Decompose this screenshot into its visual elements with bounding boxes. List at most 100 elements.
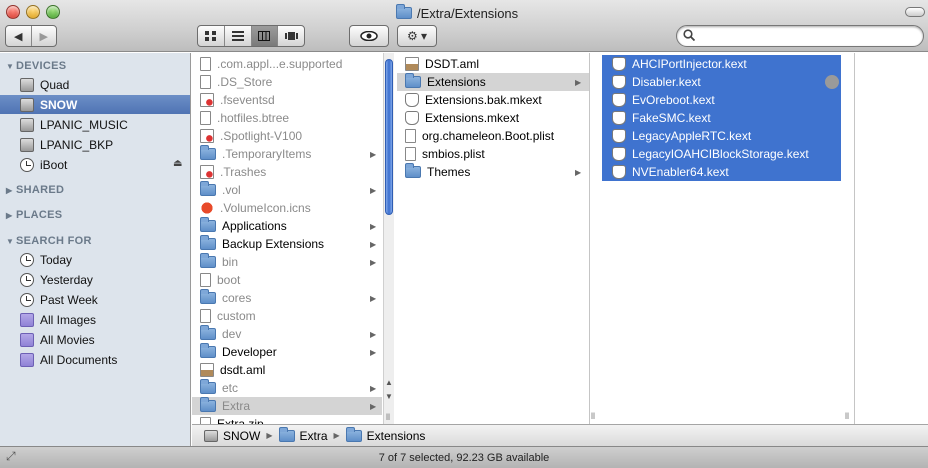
list-item[interactable]: Developer ▶ [192, 343, 382, 361]
sidebar-item-quad[interactable]: Quad [0, 75, 190, 94]
list-item[interactable]: .Trashes [192, 163, 382, 181]
list-item[interactable]: Extensions.bak.mkext [397, 91, 589, 109]
list-item[interactable]: Extra ▶ [192, 397, 382, 415]
sidebar-item-snow[interactable]: SNOW [0, 95, 190, 114]
hard-disk-icon [20, 77, 34, 92]
coverflow-view-button[interactable] [278, 26, 304, 46]
list-item[interactable]: Applications ▶ [192, 217, 382, 235]
list-item[interactable]: .TemporaryItems ▶ [192, 145, 382, 163]
document-icon [200, 75, 211, 89]
list-item[interactable]: LegacyAppleRTC.kext [602, 127, 841, 145]
document-icon [405, 57, 419, 71]
close-button[interactable] [6, 5, 20, 19]
list-item[interactable]: LegacyIOAHCIBlockStorage.kext [602, 145, 841, 163]
disclosure-closed-icon: ▶ [6, 186, 13, 195]
folder-icon [200, 235, 216, 250]
list-item[interactable]: .com.appl...e.supported [192, 55, 382, 73]
list-item[interactable]: NVEnabler64.kext [602, 163, 841, 181]
document-icon [200, 273, 211, 287]
sidebar-item-past-week[interactable]: Past Week [0, 290, 190, 309]
scroll-up-arrow-icon[interactable]: ▲ [385, 378, 393, 387]
sidebar-header-devices[interactable]: ▼ DEVICES [6, 60, 66, 72]
list-item[interactable]: Disabler.kext [602, 73, 841, 91]
sidebar-item-today[interactable]: Today [0, 250, 190, 269]
list-item[interactable]: org.chameleon.Boot.plist [397, 127, 589, 145]
list-item-label: .Spotlight-V100 [220, 129, 303, 143]
disclosure-arrow-icon: ▶ [370, 149, 377, 159]
list-item[interactable]: .hotfiles.btree [192, 109, 382, 127]
list-item[interactable]: .vol ▶ [192, 181, 382, 199]
column-view-button[interactable] [251, 26, 279, 46]
minimize-button[interactable] [26, 5, 40, 19]
scroll-down-arrow-icon[interactable]: ▼ [385, 392, 393, 401]
eject-icon[interactable]: ⏏ [173, 158, 182, 169]
sidebar-item-all-documents[interactable]: All Documents [0, 350, 190, 369]
list-item-label: Extensions [427, 75, 486, 89]
list-item[interactable]: Extra.zip [192, 415, 382, 424]
disclosure-arrow-icon: ▶ [370, 383, 377, 393]
sidebar-item-lpanic-bkp[interactable]: LPANIC_BKP [0, 135, 190, 154]
sidebar-item-iboot[interactable]: iBoot [0, 155, 190, 174]
sidebar-item-all-movies[interactable]: All Movies [0, 330, 190, 349]
path-segment-volume[interactable]: SNOW [223, 429, 260, 443]
forward-button[interactable]: ▶ [32, 26, 57, 46]
list-item[interactable]: etc ▶ [192, 379, 382, 397]
sidebar-header-shared[interactable]: ▶ SHARED [6, 184, 64, 196]
list-item[interactable]: Extensions ▶ [397, 73, 589, 91]
search-input[interactable] [699, 28, 914, 44]
path-separator-icon: ▶ [266, 431, 273, 440]
list-item[interactable]: .fseventsd [192, 91, 382, 109]
disclosure-arrow-icon: ▶ [370, 239, 377, 249]
list-item-label: Extensions.bak.mkext [425, 93, 542, 107]
list-item[interactable]: boot [192, 271, 382, 289]
column-1-scrollbar[interactable]: ▲ ▼ ll [383, 53, 394, 424]
scrollbar-thumb[interactable] [385, 59, 393, 215]
list-item[interactable]: bin ▶ [192, 253, 382, 271]
icon-view-button[interactable] [198, 26, 225, 46]
search-field[interactable] [676, 25, 924, 47]
list-item[interactable]: Extensions.mkext [397, 109, 589, 127]
quick-look-button[interactable] [349, 25, 389, 47]
path-segment-extra[interactable]: Extra [300, 429, 328, 443]
clock-icon [20, 252, 34, 267]
resize-grip-icon[interactable]: ⤢ [6, 449, 16, 464]
folder-icon [278, 426, 295, 442]
list-item[interactable]: .VolumeIcon.icns [192, 199, 382, 217]
list-item[interactable]: cores ▶ [192, 289, 382, 307]
list-item[interactable]: .Spotlight-V100 [192, 127, 382, 145]
list-item[interactable]: EvOreboot.kext [602, 91, 841, 109]
action-menu-button[interactable]: ⚙ ▾ [397, 25, 437, 47]
list-item[interactable]: .DS_Store [192, 73, 382, 91]
zoom-button[interactable] [46, 5, 60, 19]
list-item[interactable]: Themes ▶ [397, 163, 589, 181]
kext-icon [612, 57, 626, 71]
list-item[interactable]: dsdt.aml [192, 361, 382, 379]
progress-spinner-icon [825, 75, 839, 89]
sidebar-header-search-for[interactable]: ▼ SEARCH FOR [6, 235, 92, 247]
toolbar-toggle-button[interactable] [905, 7, 925, 17]
sidebar-item-yesterday[interactable]: Yesterday [0, 270, 190, 289]
list-item[interactable]: DSDT.aml [397, 55, 589, 73]
sidebar-item-label: All Movies [40, 332, 95, 347]
list-item-label: boot [217, 273, 241, 287]
column-resize-handle[interactable]: ll [386, 412, 390, 422]
sidebar-item-lpanic-music[interactable]: LPANIC_MUSIC [0, 115, 190, 134]
back-forward-control: ◀ ▶ [5, 25, 57, 47]
folder-icon [200, 253, 216, 268]
sidebar-header-places[interactable]: ▶ PLACES [6, 209, 62, 221]
list-item[interactable]: dev ▶ [192, 325, 382, 343]
list-view-icon [231, 31, 244, 41]
list-view-button[interactable] [225, 26, 252, 46]
list-item[interactable]: FakeSMC.kext [602, 109, 841, 127]
list-item[interactable]: AHCIPortInjector.kext [602, 55, 841, 73]
folder-icon [200, 397, 216, 412]
path-segment-extensions[interactable]: Extensions [367, 429, 426, 443]
document-icon [200, 417, 211, 424]
app-folder-icon [200, 343, 216, 358]
list-item[interactable]: smbios.plist [397, 145, 589, 163]
cd-icon [20, 157, 34, 172]
list-item[interactable]: custom [192, 307, 382, 325]
back-button[interactable]: ◀ [6, 26, 32, 46]
sidebar-item-all-images[interactable]: All Images [0, 310, 190, 329]
list-item[interactable]: Backup Extensions ▶ [192, 235, 382, 253]
